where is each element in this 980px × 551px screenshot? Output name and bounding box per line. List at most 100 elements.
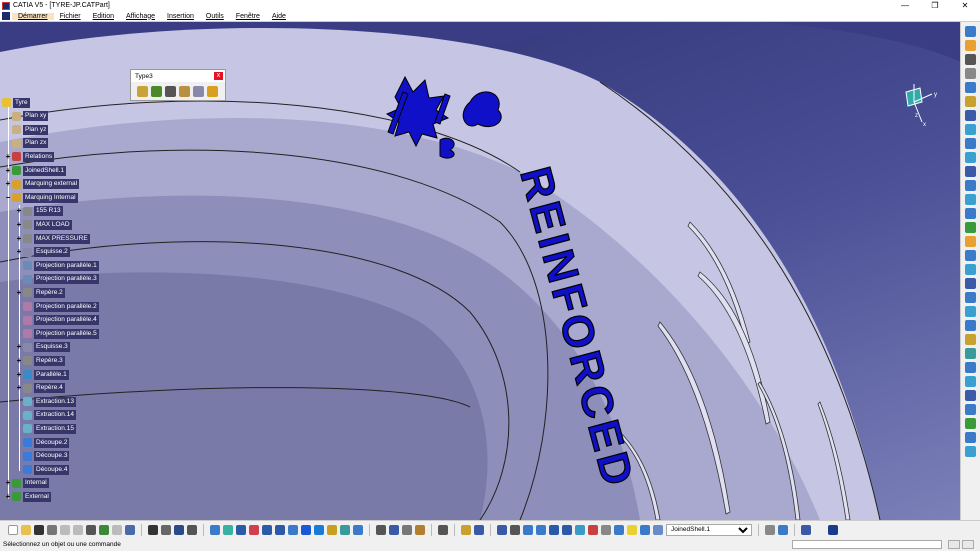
workbench-tool-icon[interactable] [965, 96, 976, 107]
expand-toggle[interactable]: + [5, 492, 11, 501]
measure-icon[interactable] [187, 524, 197, 535]
workbench-tool-icon[interactable] [965, 432, 976, 443]
menu-edition[interactable]: Edition [87, 13, 120, 20]
command-button-1[interactable] [948, 540, 960, 549]
update-icon[interactable] [207, 86, 218, 97]
workbench-tool-icon[interactable] [965, 320, 976, 331]
tree-node-label[interactable]: Tyre [13, 97, 30, 108]
expand-toggle[interactable]: + [16, 220, 22, 229]
menu-insertion[interactable]: Insertion [161, 13, 200, 20]
tree-node[interactable]: Plan xy [5, 111, 49, 122]
body-icon[interactable] [640, 524, 650, 535]
join-icon[interactable] [601, 524, 611, 535]
swap2-icon[interactable] [353, 524, 363, 535]
tools-icon[interactable] [179, 86, 190, 97]
tree-node-label[interactable]: Repère.2 [34, 287, 65, 298]
menu-outils[interactable]: Outils [200, 13, 230, 20]
key-icon[interactable] [137, 86, 148, 97]
tree-node[interactable]: + Esquisse.3 [16, 342, 70, 353]
tree-node[interactable]: Extraction.13 [16, 396, 76, 407]
tree-node-label[interactable]: External [23, 491, 51, 502]
maximize-button[interactable]: ❐ [920, 0, 950, 11]
workbench-tool-icon[interactable] [965, 446, 976, 457]
menu-aide[interactable]: Aide [266, 13, 292, 20]
normal-view-icon[interactable] [288, 524, 298, 535]
print-icon[interactable] [47, 524, 57, 535]
tree-node-label[interactable]: Repère.3 [34, 355, 65, 366]
expand-toggle[interactable]: + [5, 479, 11, 487]
workbench-tool-icon[interactable] [965, 166, 976, 177]
tree-node-label[interactable]: Esquisse.2 [34, 247, 70, 258]
workbench-tool-icon[interactable] [965, 306, 976, 317]
workbench-icon[interactable] [801, 524, 811, 535]
formula-icon[interactable] [148, 524, 158, 535]
expand-toggle[interactable]: + [16, 356, 22, 365]
expand-toggle[interactable]: + [5, 152, 11, 161]
tree-node[interactable]: − Marquing Internal [5, 192, 78, 203]
filter2-icon[interactable] [474, 524, 484, 535]
expand-toggle[interactable]: − [5, 193, 11, 202]
minimize-button[interactable]: — [890, 0, 920, 11]
expand-toggle[interactable]: + [16, 248, 22, 256]
workbench-tool-icon[interactable] [965, 292, 976, 303]
expand-toggle[interactable]: + [16, 234, 22, 243]
shape-icon[interactable] [151, 86, 162, 97]
pan-icon[interactable] [236, 524, 246, 535]
tree-node[interactable]: Projection parallèle.3 [16, 274, 99, 285]
save-icon[interactable] [34, 524, 44, 535]
menu-fenetre[interactable]: Fenêtre [230, 13, 266, 20]
tree-node[interactable]: Projection parallèle.4 [16, 315, 99, 326]
views-icon[interactable] [301, 524, 311, 535]
tool-icon[interactable] [402, 524, 412, 535]
workbench-tool-icon[interactable] [965, 194, 976, 205]
tree-node[interactable]: Projection parallèle.2 [16, 301, 99, 312]
tree-node[interactable]: + Repère.4 [16, 383, 65, 394]
workbench-tool-icon[interactable] [965, 110, 976, 121]
expand-toggle[interactable]: + [16, 207, 22, 215]
filter-icon[interactable] [461, 524, 471, 535]
point-icon[interactable] [523, 524, 533, 535]
tree-node-label[interactable]: Découpe.4 [34, 464, 70, 475]
swap-icon[interactable] [340, 524, 350, 535]
zoom-out-icon[interactable] [275, 524, 285, 535]
open-icon[interactable] [21, 524, 31, 535]
menu-fichier[interactable]: Fichier [54, 13, 87, 20]
command-input[interactable] [792, 540, 942, 549]
tree-node-label[interactable]: Internal [23, 478, 49, 489]
workbench-tool-icon[interactable] [965, 222, 976, 233]
workbench-tool-icon[interactable] [965, 250, 976, 261]
compass-icon[interactable]: y x z [888, 82, 948, 132]
app-icon[interactable] [2, 12, 10, 20]
tree-node[interactable]: + Marquing external [5, 179, 80, 190]
3d-viewport[interactable]: REINFORCED Tyre Plan xy Plan yz Plan zx + Rel… [0, 22, 960, 520]
tree-node-label[interactable]: Extraction.15 [34, 423, 76, 434]
workbench-tool-icon[interactable] [965, 278, 976, 289]
tree-node[interactable]: Extraction.14 [16, 410, 76, 421]
expand-toggle[interactable]: + [16, 370, 22, 379]
close-button[interactable]: ✕ [950, 0, 980, 11]
workbench-tool-icon[interactable] [965, 418, 976, 429]
tree-node[interactable]: Découpe.2 [16, 437, 70, 448]
tree-node-label[interactable]: Découpe.3 [34, 451, 70, 462]
tree-node[interactable]: +155 R13 [16, 206, 63, 217]
tree-node-label[interactable]: MAX LOAD [34, 219, 72, 230]
sketch-icon[interactable] [389, 524, 399, 535]
workbench-tool-icon[interactable] [965, 82, 976, 93]
expand-toggle[interactable]: + [16, 384, 22, 392]
type3-close-button[interactable]: x [214, 72, 223, 80]
expand-toggle[interactable]: + [16, 288, 22, 297]
tree-node-label[interactable]: Projection parallèle.4 [34, 315, 99, 326]
tree-node-label[interactable]: JoinedShell.1 [23, 165, 67, 176]
zoom-in-icon[interactable] [262, 524, 272, 535]
tree-node-label[interactable]: Marquing Internal [23, 192, 78, 203]
hybrid-body-icon[interactable] [765, 524, 775, 535]
command-button-2[interactable] [962, 540, 974, 549]
tree-node-label[interactable]: Esquisse.3 [34, 342, 70, 353]
workbench-tool-icon[interactable] [965, 334, 976, 345]
lock-icon[interactable] [376, 524, 386, 535]
current-body-select[interactable]: JoinedShell.1 [666, 523, 752, 536]
workbench-tool-icon[interactable] [965, 236, 976, 247]
expand-toggle[interactable]: + [5, 166, 11, 175]
table-icon[interactable] [174, 524, 184, 535]
tree-node[interactable]: Découpe.3 [16, 451, 70, 462]
